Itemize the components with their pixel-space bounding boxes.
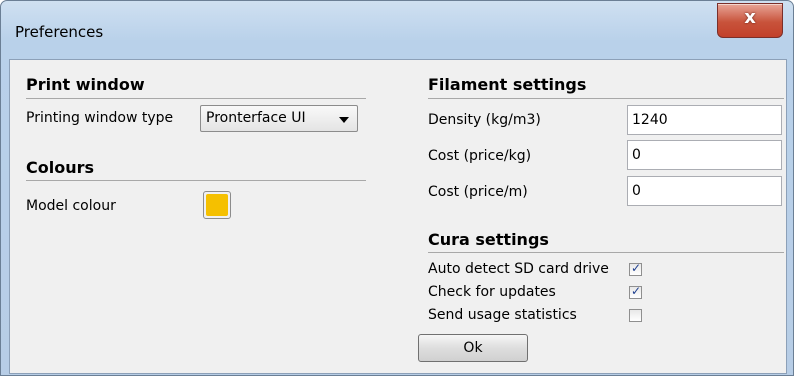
cura-divider: [428, 252, 784, 253]
cost-per-m-label: Cost (price/m): [428, 184, 528, 200]
cost-per-kg-value: 0: [632, 147, 641, 163]
model-colour-swatch: [206, 194, 228, 216]
density-value: 1240: [632, 112, 668, 128]
auto-detect-sd-checkbox[interactable]: ✓: [629, 261, 642, 276]
density-input[interactable]: 1240: [627, 105, 782, 135]
checkmark-icon: ✓: [631, 284, 642, 298]
printing-window-type-label: Printing window type: [26, 110, 174, 126]
cost-per-m-value: 0: [632, 183, 641, 199]
title-bar[interactable]: Preferences x: [1, 1, 793, 53]
filament-divider: [428, 98, 784, 99]
printing-window-type-select[interactable]: Pronterface UI: [200, 105, 358, 132]
model-colour-label: Model colour: [26, 198, 116, 214]
send-usage-checkbox[interactable]: ✓: [629, 309, 642, 322]
send-usage-label: Send usage statistics: [428, 307, 577, 323]
preferences-panel: Print window Printing window type Pronte…: [9, 59, 787, 374]
model-colour-button[interactable]: [203, 191, 231, 219]
check-updates-label: Check for updates: [428, 284, 556, 300]
cost-per-m-input[interactable]: 0: [627, 176, 782, 206]
preferences-window: Preferences x Print window Printing wind…: [0, 0, 794, 376]
auto-detect-sd-label: Auto detect SD card drive: [428, 261, 609, 277]
cost-per-kg-input[interactable]: 0: [627, 140, 782, 170]
close-button[interactable]: x: [717, 3, 783, 38]
density-label: Density (kg/m3): [428, 112, 541, 128]
colours-divider: [26, 180, 366, 181]
print-window-heading: Print window: [26, 75, 145, 94]
window-title: Preferences: [15, 23, 104, 41]
ok-button[interactable]: Ok: [418, 334, 528, 362]
ok-button-label: Ok: [463, 340, 483, 356]
colours-heading: Colours: [26, 158, 95, 177]
print-window-divider: [26, 98, 366, 99]
cost-per-kg-label: Cost (price/kg): [428, 148, 532, 164]
close-icon: x: [744, 7, 756, 28]
chevron-down-icon: [339, 117, 349, 123]
cura-settings-heading: Cura settings: [428, 230, 549, 249]
printing-window-type-value: Pronterface UI: [206, 110, 306, 126]
filament-settings-heading: Filament settings: [428, 75, 587, 94]
check-updates-checkbox[interactable]: ✓: [629, 284, 642, 299]
checkmark-icon: ✓: [631, 261, 642, 275]
